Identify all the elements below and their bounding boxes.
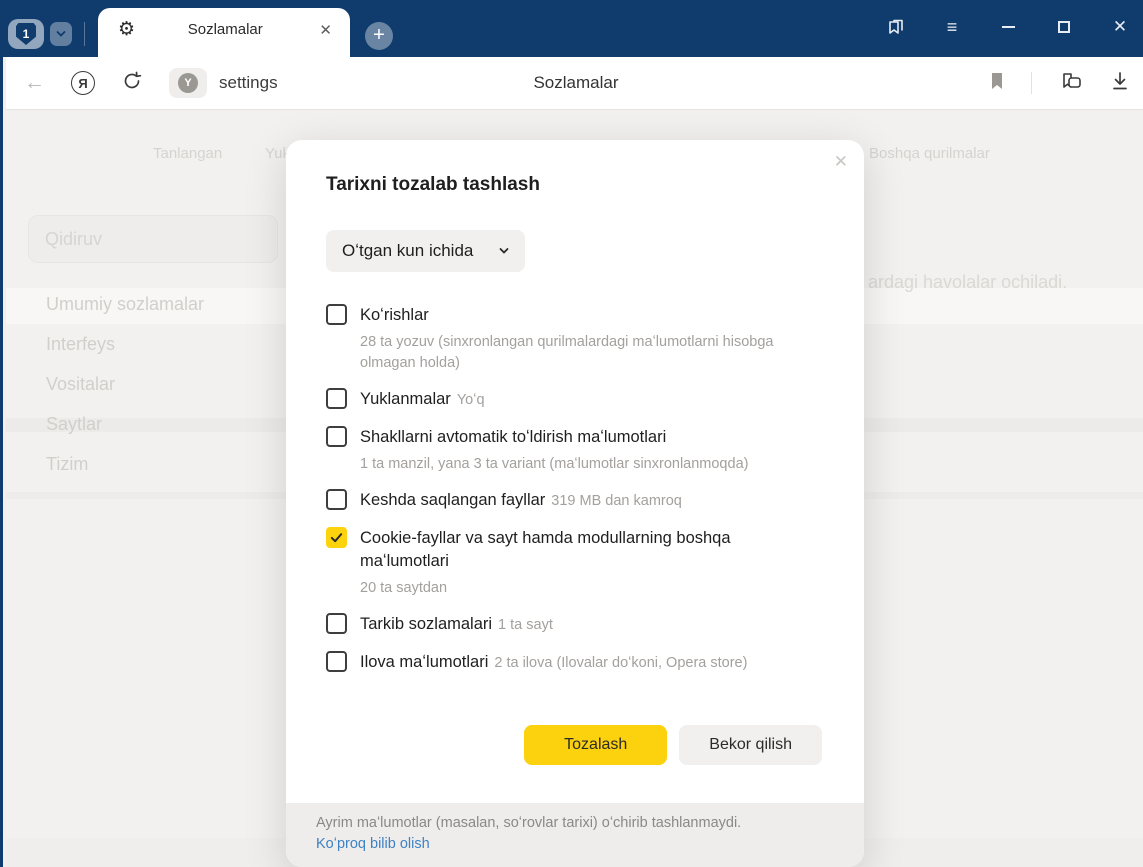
bookmark-icon[interactable] <box>989 71 1005 96</box>
toolbar-divider <box>1031 72 1032 94</box>
sidebar-item-saytlar[interactable]: Saytlar <box>46 414 102 435</box>
option-detail: 20 ta saytdan <box>360 578 810 599</box>
protect-icon[interactable]: Y <box>169 68 207 98</box>
yandex-home-icon[interactable]: Я <box>71 71 95 95</box>
menu-icon[interactable]: ≡ <box>941 16 963 38</box>
period-dropdown-value: Oʻtgan kun ichida <box>342 241 473 261</box>
option-label: Koʻrishlar <box>360 304 810 327</box>
option-row-yuklanmalar[interactable]: Yuklanmalar Yoʻq <box>326 388 822 412</box>
option-detail: 2 ta ilova (Ilovalar doʻkoni, Opera stor… <box>494 655 747 671</box>
option-row-kesh[interactable]: Keshda saqlangan fayllar 319 MB dan kamro… <box>326 489 822 513</box>
dialog-title: Tarixni tozalab tashlash <box>326 174 822 196</box>
checkbox[interactable] <box>326 527 347 548</box>
settings-text-fragment: ardagi havolalar ochiladi. <box>868 272 1067 293</box>
titlebar: 1 ⚙ Sozlamalar ✕ + ≡ ✕ <box>3 0 1143 57</box>
option-label: Ilova maʻlumotlari <box>360 653 488 671</box>
sidebar-item-vositalar[interactable]: Vositalar <box>46 374 115 395</box>
nav-tab-tanlangan[interactable]: Tanlangan <box>153 145 222 162</box>
sidebar-item-tizim[interactable]: Tizim <box>46 454 88 475</box>
checkbox[interactable] <box>326 426 347 447</box>
back-icon[interactable]: ← <box>24 71 45 95</box>
side-panel-icon[interactable] <box>885 16 907 38</box>
download-icon[interactable] <box>1110 71 1130 96</box>
option-label: Tarkib sozlamalari <box>360 615 492 633</box>
option-detail: 28 ta yozuv (sinxronlangan qurilmalardag… <box>360 332 810 374</box>
tab-sozlamalar[interactable]: ⚙ Sozlamalar ✕ <box>98 8 350 57</box>
close-icon[interactable]: ✕ <box>1109 16 1131 38</box>
option-label: Cookie-fayllar va sayt hamda modullarnin… <box>360 527 822 573</box>
tab-group-badge[interactable]: 1 <box>8 19 44 49</box>
option-row-tarkib[interactable]: Tarkib sozlamalari 1 ta sayt <box>326 613 822 637</box>
option-detail: 1 ta manzil, yana 3 ta variant (maʻlumot… <box>360 454 748 475</box>
sidebar-item-interfeys[interactable]: Interfeys <box>46 334 115 355</box>
minimize-icon[interactable] <box>997 16 1019 38</box>
new-tab-button[interactable]: + <box>365 22 393 50</box>
checkbox[interactable] <box>326 613 347 634</box>
checkbox[interactable] <box>326 388 347 409</box>
option-row-shakllar[interactable]: Shakllarni avtomatik toʻldirish maʻlumot… <box>326 426 822 475</box>
maximize-icon[interactable] <box>1053 16 1075 38</box>
toolbar: Sozlamalar ← Я Y settings <box>6 57 1143 110</box>
checkbox[interactable] <box>326 304 347 325</box>
gear-icon: ⚙ <box>118 20 135 39</box>
chevron-down-icon <box>499 246 509 256</box>
tab-close-icon[interactable]: ✕ <box>315 19 336 41</box>
reload-icon[interactable] <box>121 70 143 97</box>
footer-note: Ayrim maʻlumotlar (masalan, soʻrovlar ta… <box>316 813 834 834</box>
option-row-ilova[interactable]: Ilova maʻlumotlari 2 ta ilova (Ilovalar d… <box>326 651 822 675</box>
cancel-button[interactable]: Bekor qilish <box>679 725 822 765</box>
option-row-korishlar[interactable]: Koʻrishlar 28 ta yozuv (sinxronlangan qu… <box>326 304 822 374</box>
tab-count-shield-icon: 1 <box>16 23 36 45</box>
clear-button[interactable]: Tozalash <box>524 725 667 765</box>
collections-icon[interactable] <box>1058 70 1084 97</box>
chevron-down-icon <box>56 29 66 39</box>
nav-tab-boshqa-qurilmalar[interactable]: Boshqa qurilmalar <box>869 145 990 162</box>
tab-group-control[interactable]: 1 <box>8 19 72 49</box>
option-label: Shakllarni avtomatik toʻldirish maʻlumot… <box>360 426 748 449</box>
learn-more-link[interactable]: Koʻproq bilib olish <box>316 834 834 855</box>
option-detail: 319 MB dan kamroq <box>551 493 682 509</box>
settings-search-input[interactable]: Qidiruv <box>28 215 278 263</box>
option-row-cookie[interactable]: Cookie-fayllar va sayt hamda modullarnin… <box>326 527 822 599</box>
clear-history-dialog: ✕ Tarixni tozalab tashlash Oʻtgan kun ic… <box>286 140 864 867</box>
checkbox[interactable] <box>326 489 347 510</box>
tab-group-chevron-button[interactable] <box>50 22 72 46</box>
address-bar-url[interactable]: settings <box>219 73 278 93</box>
checkbox[interactable] <box>326 651 347 672</box>
option-label: Yuklanmalar <box>360 390 451 408</box>
titlebar-divider <box>84 22 85 46</box>
option-detail: Yoʻq <box>457 392 485 408</box>
clear-options-list: Koʻrishlar 28 ta yozuv (sinxronlangan qu… <box>326 304 822 675</box>
dialog-footer: Ayrim maʻlumotlar (masalan, soʻrovlar ta… <box>286 803 864 867</box>
dialog-close-icon[interactable]: ✕ <box>834 152 848 172</box>
tab-title: Sozlamalar <box>135 21 315 38</box>
browser-window: 1 ⚙ Sozlamalar ✕ + ≡ ✕ Sozlamalar ← <box>0 0 1143 867</box>
period-dropdown[interactable]: Oʻtgan kun ichida <box>326 230 525 272</box>
option-detail: 1 ta sayt <box>498 617 553 633</box>
option-label: Keshda saqlangan fayllar <box>360 491 545 509</box>
sidebar-item-umumiy-sozlamalar[interactable]: Umumiy sozlamalar <box>46 294 204 315</box>
